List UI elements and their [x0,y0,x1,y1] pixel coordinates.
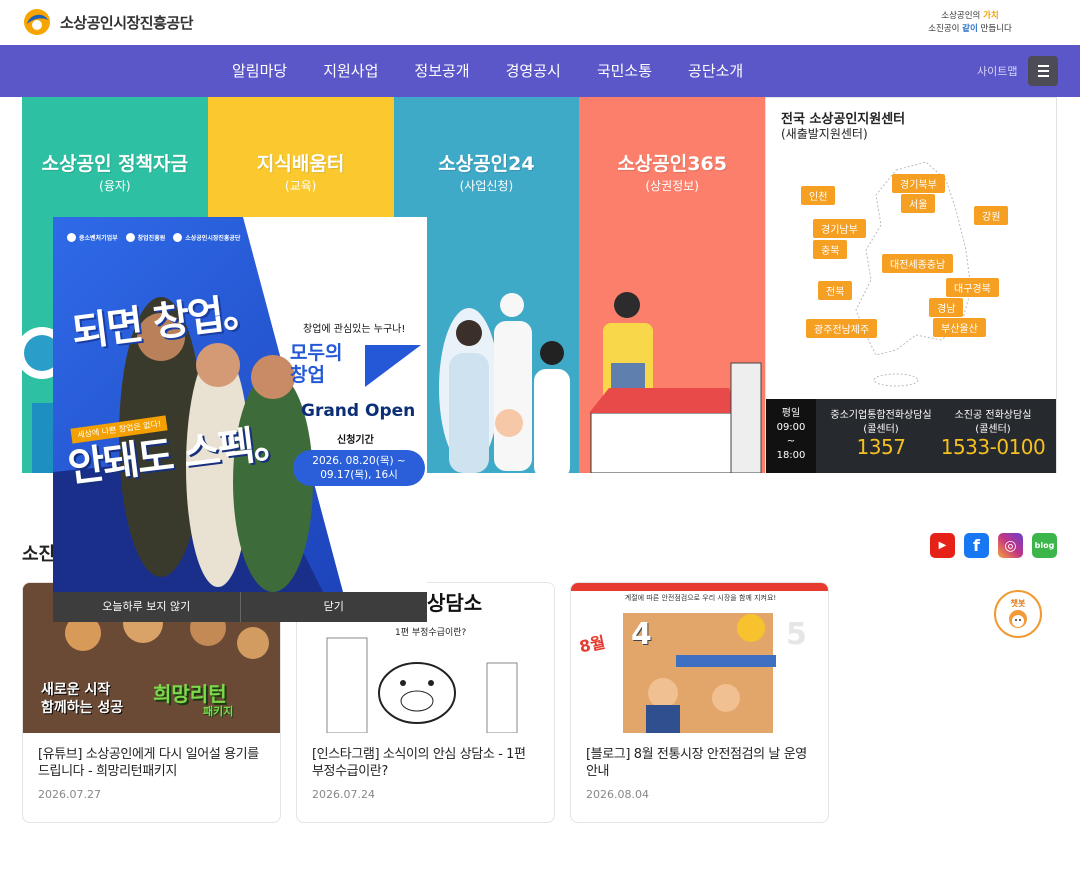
region-daegu[interactable]: 대구경북 [946,278,999,297]
shop-owner-illustration [589,292,762,473]
hide-today-button[interactable]: 오늘하루 보지 않기 [53,592,240,622]
facebook-icon[interactable]: f [964,533,989,558]
region-gangwon[interactable]: 강원 [974,206,1009,225]
region-chungbuk[interactable]: 충북 [813,240,848,259]
hamburger-icon [1037,65,1049,67]
card-title: [유튜브] 소상공인에게 다시 일어설 용기를 드립니다 - 희망리턴패키지 [38,747,259,779]
sitemap-link[interactable]: 사이트맵 [977,63,1017,79]
instagram-icon[interactable]: ◎ [998,533,1023,558]
card-date: 2026.07.27 [38,788,101,801]
phone-callcenter-1533[interactable]: 소진공 전화상담실 (콜센터) 1533-0100 [938,409,1048,457]
region-gyeongnam[interactable]: 경남 [929,298,964,317]
nav-item-notice[interactable]: 알림마당 [214,45,305,97]
banner-sbiz365[interactable]: 소상공인365 (상권정보) [579,97,765,473]
nav-item-about[interactable]: 공단소개 [670,45,761,97]
nav-item-support[interactable]: 지원사업 [305,45,396,97]
news-heading: 소진 [22,544,56,565]
region-gwangju[interactable]: 광주전남제주 [806,319,878,338]
logo-text: 소상공인시장진흥공단 [60,13,194,32]
nav-item-info[interactable]: 정보공개 [396,45,487,97]
chatbot-mascot-icon [1009,610,1027,628]
nav-item-management[interactable]: 경영공시 [488,45,579,97]
popup-grand-open: Grand Open [301,401,416,421]
popup-close-button[interactable]: 닫기 [239,592,427,622]
card-thumbnail: 계절에 따른 안전점검으로 우리 시장을 함께 지켜요! 8월 4 5 [571,583,828,733]
site-logo[interactable]: 소상공인시장진흥공단 [22,8,194,36]
popup-actions: 오늘하루 보지 않기 닫기 [53,592,427,622]
popup-partner-logos: 중소벤처기업부 창업진흥원 소상공인시장진흥공단 [67,233,240,242]
promo-popup: 중소벤처기업부 창업진흥원 소상공인시장진흥공단 되면 창업。 안돼도 스펙。 … [53,217,427,622]
region-incheon[interactable]: 인천 [801,186,836,205]
chatbot-button[interactable]: 챗봇 [994,590,1042,638]
card-date: 2026.07.24 [312,788,375,801]
region-gyeonggi-south[interactable]: 경기남부 [813,219,866,238]
thumbnail-art [623,613,776,733]
card-title: [블로그] 8월 전통시장 안전점검의 날 운영 안내 [586,747,807,779]
sns-links: ▶ f ◎ blog [930,533,1057,558]
card-title: [인스타그램] 소식이의 안심 상담소 - 1편 부정수급이란? [312,747,526,779]
phone-info-strip: 평일 09:00 ~ 18:00 중소기업통합전화상담실 (콜센터) 1357 … [766,399,1056,473]
region-jeonbuk[interactable]: 전북 [818,281,853,300]
nav-item-communication[interactable]: 국민소통 [579,45,670,97]
business-hours: 평일 09:00 ~ 18:00 [766,399,816,473]
region-seoul[interactable]: 서울 [901,194,936,213]
blog-icon[interactable]: blog [1032,533,1057,558]
popup-date-badge: 2026. 08.20(목) ~ 09.17(목), 16시 [293,450,425,486]
top-header: 소상공인시장진흥공단 소상공인의 가치 소진공이 같이 만듭니다 [0,0,1080,45]
center-title: 전국 소상공인지원센터 (새출발지원센터) [781,112,906,141]
popup-question: 창업에 관심있는 누구나! [303,324,406,335]
support-center-card: 전국 소상공인지원센터 (새출발지원센터) 인천 경기북부 서울 강원 경기남부… [765,97,1057,473]
region-gyeonggi-north[interactable]: 경기북부 [892,174,945,193]
menu-button[interactable] [1028,56,1058,86]
popup-period-label: 신청기간 [337,435,374,446]
logo-icon [24,9,50,35]
popup-brand: 모두의 창업 [290,342,343,386]
youtube-icon[interactable]: ▶ [930,533,955,558]
phone-callcenter-1357[interactable]: 중소기업통합전화상담실 (콜센터) 1357 [826,409,936,457]
news-card-blog[interactable]: 계절에 따른 안전점검으로 우리 시장을 함께 지켜요! 8월 4 5 [블로그… [570,582,829,823]
card-date: 2026.08.04 [586,788,649,801]
region-busan[interactable]: 부산울산 [933,318,986,337]
popup-image[interactable]: 중소벤처기업부 창업진흥원 소상공인시장진흥공단 되면 창업。 안돼도 스펙。 … [53,217,427,592]
main-nav: 알림마당 지원사업 정보공개 경영공시 국민소통 공단소개 사이트맵 [0,45,1080,97]
region-daejeon[interactable]: 대전세종충남 [882,254,954,273]
slogan-logo: 소상공인의 가치 소진공이 같이 만듭니다 [928,11,1012,34]
